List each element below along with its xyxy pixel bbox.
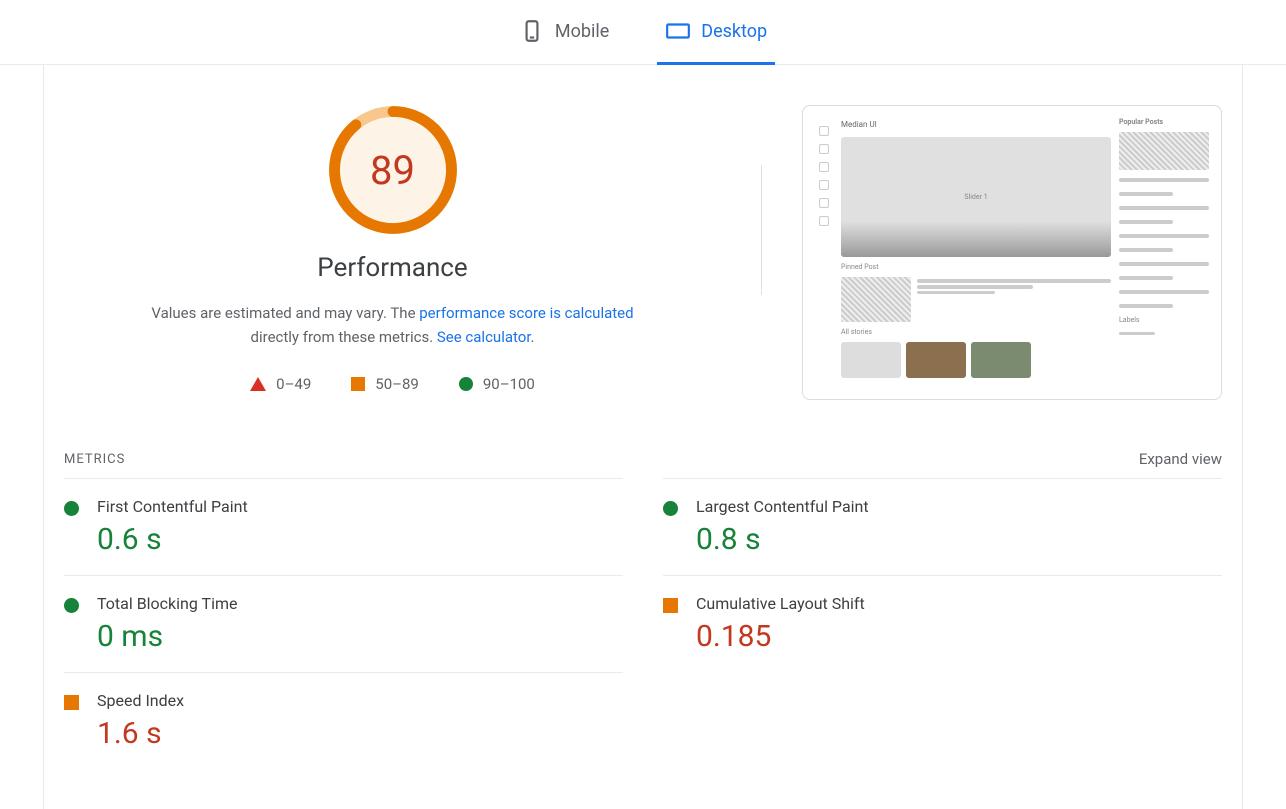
circle-icon — [64, 598, 79, 613]
metric-fcp: First Contentful Paint 0.6 s — [64, 478, 623, 575]
metric-si: Speed Index 1.6 s — [64, 672, 623, 769]
tab-mobile[interactable]: Mobile — [511, 0, 617, 65]
legend-poor: 0–49 — [250, 375, 311, 393]
performance-gauge: 89 — [328, 105, 458, 235]
metric-name: First Contentful Paint — [97, 497, 623, 516]
desktop-icon — [665, 18, 691, 44]
mobile-icon — [519, 18, 545, 44]
tab-desktop[interactable]: Desktop — [657, 0, 775, 65]
see-calculator-link[interactable]: See calculator — [437, 328, 531, 346]
performance-description: Values are estimated and may vary. The p… — [143, 301, 643, 349]
screenshot-preview: Median UI Slider 1 Pinned Post All stori… — [802, 105, 1222, 400]
score-panel: 89 Performance Values are estimated and … — [64, 105, 721, 400]
metric-lcp: Largest Contentful Paint 0.8 s — [663, 478, 1222, 575]
device-tabs: Mobile Desktop — [0, 0, 1286, 65]
tab-mobile-label: Mobile — [555, 21, 609, 42]
metric-tbt: Total Blocking Time 0 ms — [64, 575, 623, 672]
square-icon — [351, 377, 365, 391]
square-icon — [663, 598, 678, 613]
metrics-heading: METRICS — [64, 452, 125, 467]
vertical-divider — [761, 165, 762, 295]
legend-good: 90–100 — [459, 375, 535, 393]
metric-value: 1.6 s — [97, 716, 623, 751]
metric-value: 0.8 s — [696, 522, 1222, 557]
metric-name: Cumulative Layout Shift — [696, 594, 1222, 613]
metric-name: Total Blocking Time — [97, 594, 623, 613]
tab-desktop-label: Desktop — [701, 21, 767, 42]
score-legend: 0–49 50–89 90–100 — [250, 375, 535, 393]
score-calc-link[interactable]: performance score is calculated — [419, 304, 633, 322]
metric-value: 0 ms — [97, 619, 623, 654]
metric-cls: Cumulative Layout Shift 0.185 — [663, 575, 1222, 672]
metric-name: Largest Contentful Paint — [696, 497, 1222, 516]
metric-value: 0.185 — [696, 619, 1222, 654]
legend-avg: 50–89 — [351, 375, 419, 393]
circle-icon — [459, 377, 473, 391]
expand-view-toggle[interactable]: Expand view — [1139, 450, 1222, 468]
metric-value: 0.6 s — [97, 522, 623, 557]
square-icon — [64, 695, 79, 710]
performance-score: 89 — [328, 105, 458, 235]
metric-name: Speed Index — [97, 691, 623, 710]
circle-icon — [64, 501, 79, 516]
circle-icon — [663, 501, 678, 516]
triangle-icon — [250, 377, 266, 391]
performance-title: Performance — [317, 253, 467, 283]
